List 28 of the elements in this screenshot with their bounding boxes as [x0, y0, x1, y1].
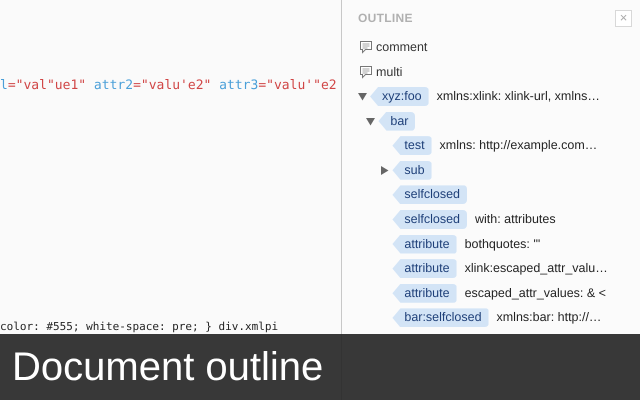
tag-label[interactable]: attribute	[392, 284, 457, 303]
attribute-text: bothquotes: '"	[464, 236, 540, 253]
attribute-text: xmlns:bar: http://…	[496, 309, 602, 326]
attribute-text: xmlns:xlink: xlink-url, xmlns…	[436, 88, 600, 106]
disclosure-triangle-right-icon[interactable]	[380, 166, 390, 175]
tag-label[interactable]: selfclosed	[392, 210, 467, 229]
outline-item[interactable]: comment	[376, 38, 428, 57]
attribute-text: with: attributes	[474, 211, 556, 228]
comment-icon	[359, 64, 373, 79]
tag-label[interactable]: selfclosed	[392, 185, 467, 204]
disclosure-triangle-down-icon[interactable]	[366, 116, 376, 126]
attribute-text: xmlns: http://example.com…	[440, 137, 598, 154]
caption-text: Document outline	[12, 344, 324, 391]
code-line: l="val"ue1" attr2="valu'e2" attr3="valu'"e2	[0, 78, 337, 94]
tag-label[interactable]: bar	[378, 112, 416, 131]
tag-label[interactable]: sub	[392, 160, 432, 180]
disclosure-triangle-down-icon[interactable]	[358, 92, 367, 101]
attribute-text: xlink:escaped_attr_valu…	[464, 260, 608, 278]
tag-label[interactable]: test	[392, 136, 432, 156]
code-line: color: #555; white-space: pre; } div.xmlpi	[0, 319, 278, 334]
attribute-text: escaped_attr_values: & <	[464, 284, 606, 302]
tag-label[interactable]: attribute	[392, 259, 457, 278]
comment-icon	[359, 40, 373, 54]
outline-item[interactable]: multi	[376, 62, 402, 82]
tag-label[interactable]: xyz:foo	[370, 86, 429, 106]
panel-title: OUTLINE	[358, 10, 413, 27]
tag-label[interactable]: attribute	[392, 234, 457, 254]
tag-label[interactable]: bar:selfclosed	[392, 308, 489, 328]
